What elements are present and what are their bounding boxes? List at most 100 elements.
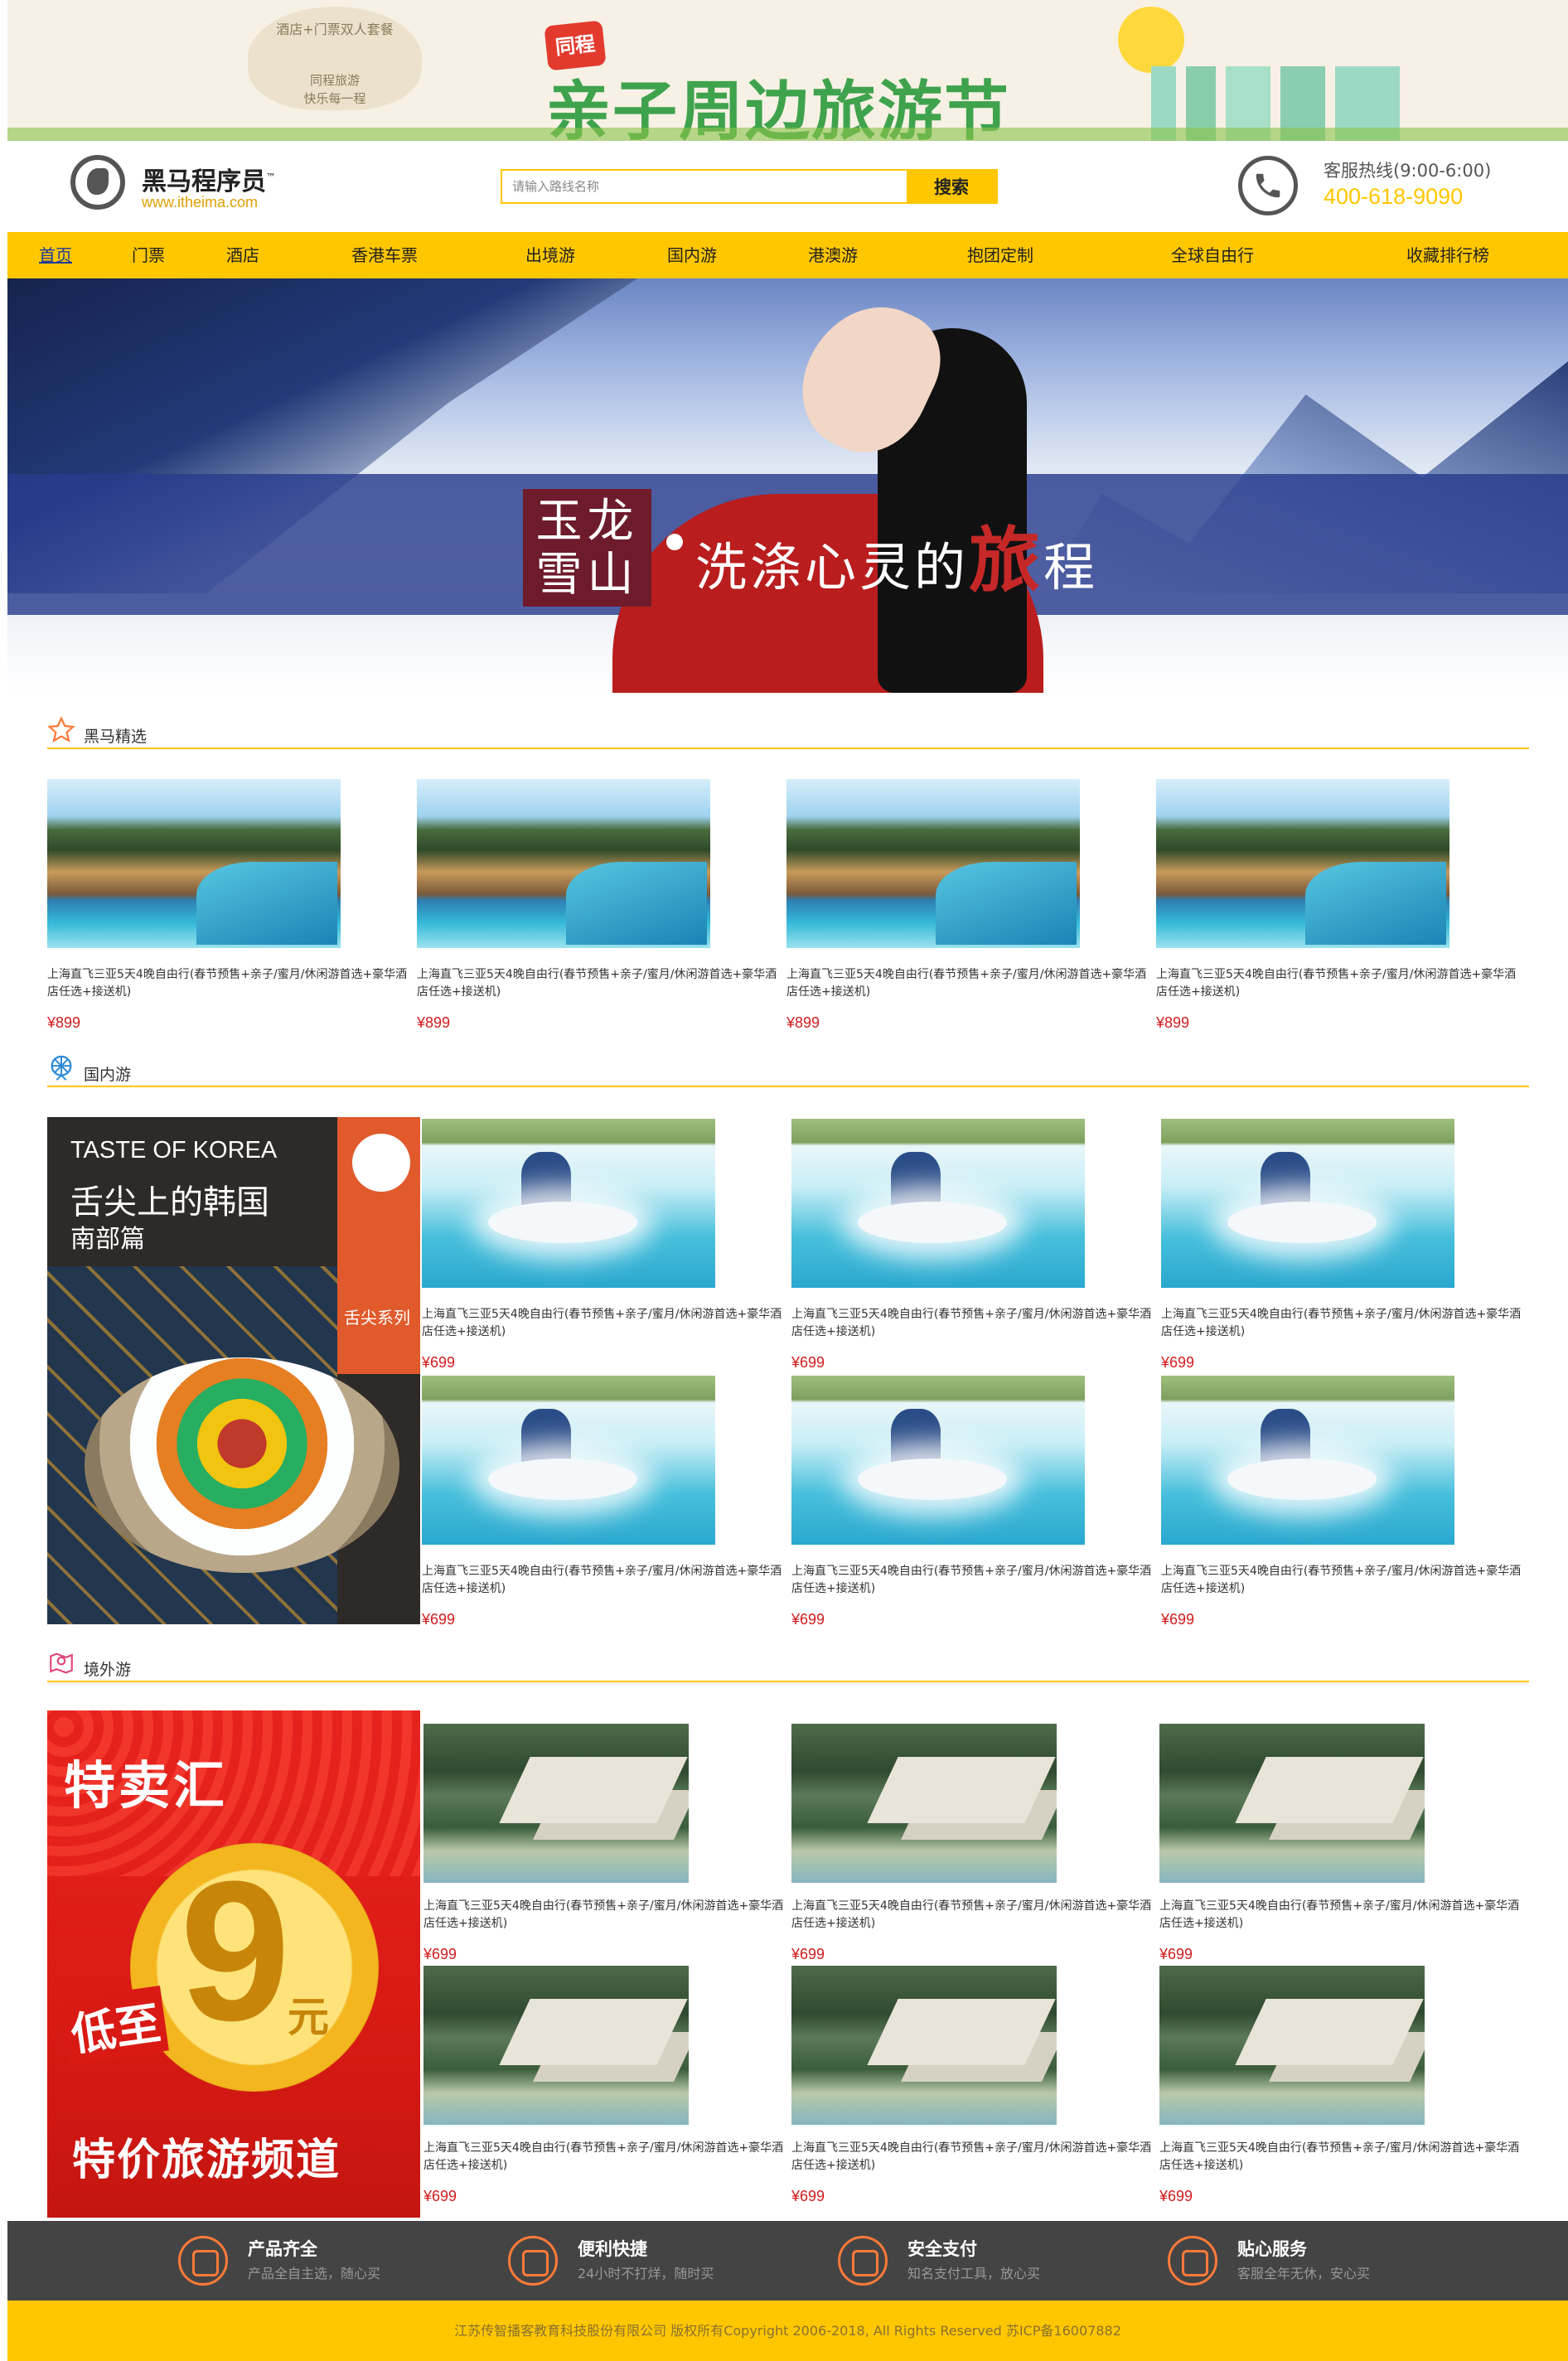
product-title[interactable]: 上海直飞三亚5天4晚自由行(春节预售+亲子/蜜月/休闲游首选+豪华酒店任选+接送… [791, 1563, 1156, 1598]
feature-desc: 知名支付工具，放心买 [907, 2266, 1041, 2281]
nav-item-outbound[interactable]: 出境游 [525, 232, 575, 278]
product-image[interactable] [47, 779, 341, 948]
logo-name-text: 黑马程序员 [142, 167, 266, 196]
nav-item-tickets[interactable]: 门票 [132, 232, 165, 278]
product-image[interactable] [417, 779, 710, 948]
brand-logo-icon [352, 1134, 410, 1192]
special-sale-ad[interactable]: 特卖汇 9 元 低至 特价旅游频道 [47, 1710, 420, 2218]
product-image[interactable] [1156, 779, 1449, 948]
hero-banner[interactable]: 玉龙雪山 洗涤心灵的旅程 [7, 278, 1568, 693]
ad-title-cn: 舌尖上的韩国 [70, 1183, 269, 1222]
product-price: ¥699 [791, 1946, 825, 1962]
nav-item-hk-bus[interactable]: 香港车票 [351, 232, 418, 278]
product-title[interactable]: 上海直飞三亚5天4晚自由行(春节预售+亲子/蜜月/休闲游首选+豪华酒店任选+接送… [423, 1898, 788, 1933]
product-price: ¥699 [1159, 1946, 1193, 1962]
section-header-overseas: 境外游 [47, 1649, 1529, 1682]
phone-icon [1238, 156, 1298, 215]
rocket-icon [508, 2236, 558, 2286]
product-title[interactable]: 上海直飞三亚5天4晚自由行(春节预售+亲子/蜜月/休闲游首选+豪华酒店任选+接送… [1156, 966, 1521, 1001]
feature-item: 贴心服务 客服全年无休，安心买 [1168, 2229, 1466, 2292]
feature-item: 安全支付 知名支付工具，放心买 [838, 2229, 1136, 2292]
nav-item-favorites-ranking[interactable]: 收藏排行榜 [1406, 232, 1489, 278]
top-promo-banner[interactable]: 酒店+门票双人套餐 同程旅游 快乐每一程 同程 亲子周边旅游节 [7, 0, 1568, 141]
search-button[interactable]: 搜索 [907, 171, 996, 202]
product-image[interactable] [422, 1119, 715, 1288]
product-title[interactable]: 上海直飞三亚5天4晚自由行(春节预售+亲子/蜜月/休闲游首选+豪华酒店任选+接送… [417, 966, 782, 1001]
nav-item-home[interactable]: 首页 [39, 232, 72, 278]
product-image[interactable] [791, 1724, 1057, 1883]
nav-item-hk-macau[interactable]: 港澳游 [808, 232, 858, 278]
nav-item-custom-group[interactable]: 抱团定制 [967, 232, 1033, 278]
ad-brand: 特卖汇 [64, 1755, 229, 1816]
shield-icon [838, 2236, 888, 2286]
features-bar: 产品齐全 产品全自主选，随心买 便利快捷 24小时不打烊，随时买 安全支付 知名… [7, 2221, 1568, 2301]
hotline-label: 客服热线(9:00-6:00) [1324, 161, 1492, 181]
product-price: ¥899 [1156, 1014, 1190, 1031]
product-price: ¥699 [423, 2188, 457, 2204]
search-input[interactable] [502, 171, 908, 202]
product-price: ¥699 [422, 1354, 456, 1371]
copyright-footer: 江苏传智播客教育科技股份有限公司 版权所有Copyright 2006-2018… [7, 2301, 1568, 2361]
product-image[interactable] [422, 1376, 715, 1545]
trademark-mark: ™ [266, 172, 276, 183]
product-title[interactable]: 上海直飞三亚5天4晚自由行(春节预售+亲子/蜜月/休闲游首选+豪华酒店任选+接送… [791, 2140, 1156, 2175]
product-title[interactable]: 上海直飞三亚5天4晚自由行(春节预售+亲子/蜜月/休闲游首选+豪华酒店任选+接送… [423, 2140, 788, 2175]
main-nav: 首页 门票 酒店 香港车票 出境游 国内游 港澳游 抱团定制 全球自由行 收藏排… [7, 232, 1568, 278]
korea-food-ad[interactable]: TASTE OF KOREA 舌尖上的韩国 南部篇 舌尖系列 [47, 1117, 420, 1624]
section-title-overseas: 境外游 [84, 1661, 132, 1679]
product-title[interactable]: 上海直飞三亚5天4晚自由行(春节预售+亲子/蜜月/休闲游首选+豪华酒店任选+接送… [422, 1563, 786, 1598]
ad-subtitle-cn: 南部篇 [70, 1225, 145, 1254]
product-price: ¥899 [47, 1014, 81, 1031]
product-price: ¥699 [422, 1611, 456, 1628]
logo-name[interactable]: 黑马程序员™ [142, 161, 276, 197]
product-title[interactable]: 上海直飞三亚5天4晚自由行(春节预售+亲子/蜜月/休闲游首选+豪华酒店任选+接送… [1159, 2140, 1524, 2175]
ferris-wheel-icon [51, 1055, 72, 1081]
page: 酒店+门票双人套餐 同程旅游 快乐每一程 同程 亲子周边旅游节 黑马程序员™ w… [7, 0, 1568, 2361]
product-title[interactable]: 上海直飞三亚5天4晚自由行(春节预售+亲子/蜜月/休闲游首选+豪华酒店任选+接送… [422, 1306, 786, 1341]
feature-title: 产品齐全 [248, 2239, 317, 2259]
nav-item-domestic[interactable]: 国内游 [667, 232, 717, 278]
product-image[interactable] [423, 1966, 689, 2125]
product-image[interactable] [786, 779, 1080, 948]
map-pin-icon [50, 1652, 73, 1674]
logo-url[interactable]: www.itheima.com [142, 194, 258, 211]
section-title-domestic: 国内游 [84, 1066, 132, 1084]
hero-seal-text: 玉龙雪山 [535, 495, 639, 602]
product-title[interactable]: 上海直飞三亚5天4晚自由行(春节预售+亲子/蜜月/休闲游首选+豪华酒店任选+接送… [1159, 1898, 1524, 1933]
product-title[interactable]: 上海直飞三亚5天4晚自由行(春节预售+亲子/蜜月/休闲游首选+豪华酒店任选+接送… [791, 1898, 1156, 1933]
product-title[interactable]: 上海直飞三亚5天4晚自由行(春节预售+亲子/蜜月/休闲游首选+豪华酒店任选+接送… [1161, 1563, 1526, 1598]
product-title[interactable]: 上海直飞三亚5天4晚自由行(春节预售+亲子/蜜月/休闲游首选+豪华酒店任选+接送… [786, 966, 1151, 1001]
product-title[interactable]: 上海直飞三亚5天4晚自由行(春节预售+亲子/蜜月/休闲游首选+豪华酒店任选+接送… [791, 1306, 1156, 1341]
feature-item: 产品齐全 产品全自主选，随心买 [178, 2229, 477, 2292]
hero-slogan: 洗涤心灵的旅程 [695, 502, 1098, 606]
product-price: ¥899 [417, 1014, 451, 1031]
product-image[interactable] [423, 1724, 689, 1883]
product-image[interactable] [1159, 1724, 1425, 1883]
promo-tag: 酒店+门票双人套餐 同程旅游 快乐每一程 [248, 7, 422, 110]
product-title[interactable]: 上海直飞三亚5天4晚自由行(春节预售+亲子/蜜月/休闲游首选+豪华酒店任选+接送… [47, 966, 412, 1001]
ad-price-number: 9 [180, 1840, 291, 2062]
products-icon [178, 2236, 228, 2286]
promo-tag-line: 酒店+门票双人套餐 [276, 22, 394, 37]
ad-low-label: 低至 [61, 1986, 169, 2064]
product-image[interactable] [1161, 1119, 1454, 1288]
product-image[interactable] [1161, 1376, 1454, 1545]
hero-slogan-c: 程 [1043, 537, 1099, 598]
bibimbap-bowl-image [85, 1357, 399, 1573]
product-image[interactable] [791, 1966, 1057, 2125]
horse-logo-icon[interactable] [70, 155, 125, 210]
product-image[interactable] [791, 1119, 1085, 1288]
promo-tag-brand: 同程旅游 快乐每一程 [248, 71, 422, 108]
product-price: ¥699 [791, 2188, 825, 2204]
product-price: ¥699 [1161, 1611, 1195, 1628]
product-image[interactable] [791, 1376, 1085, 1545]
feature-desc: 24小时不打烊，随时买 [578, 2266, 714, 2281]
feature-desc: 产品全自主选，随心买 [248, 2266, 381, 2281]
nav-item-hotel[interactable]: 酒店 [226, 232, 259, 278]
product-title[interactable]: 上海直飞三亚5天4晚自由行(春节预售+亲子/蜜月/休闲游首选+豪华酒店任选+接送… [1161, 1306, 1526, 1341]
product-price: ¥899 [786, 1014, 820, 1031]
hero-seal: 玉龙雪山 [523, 489, 651, 607]
search-bar: 搜索 [501, 169, 998, 204]
product-image[interactable] [1159, 1966, 1425, 2125]
nav-item-global-free-travel[interactable]: 全球自由行 [1171, 232, 1254, 278]
